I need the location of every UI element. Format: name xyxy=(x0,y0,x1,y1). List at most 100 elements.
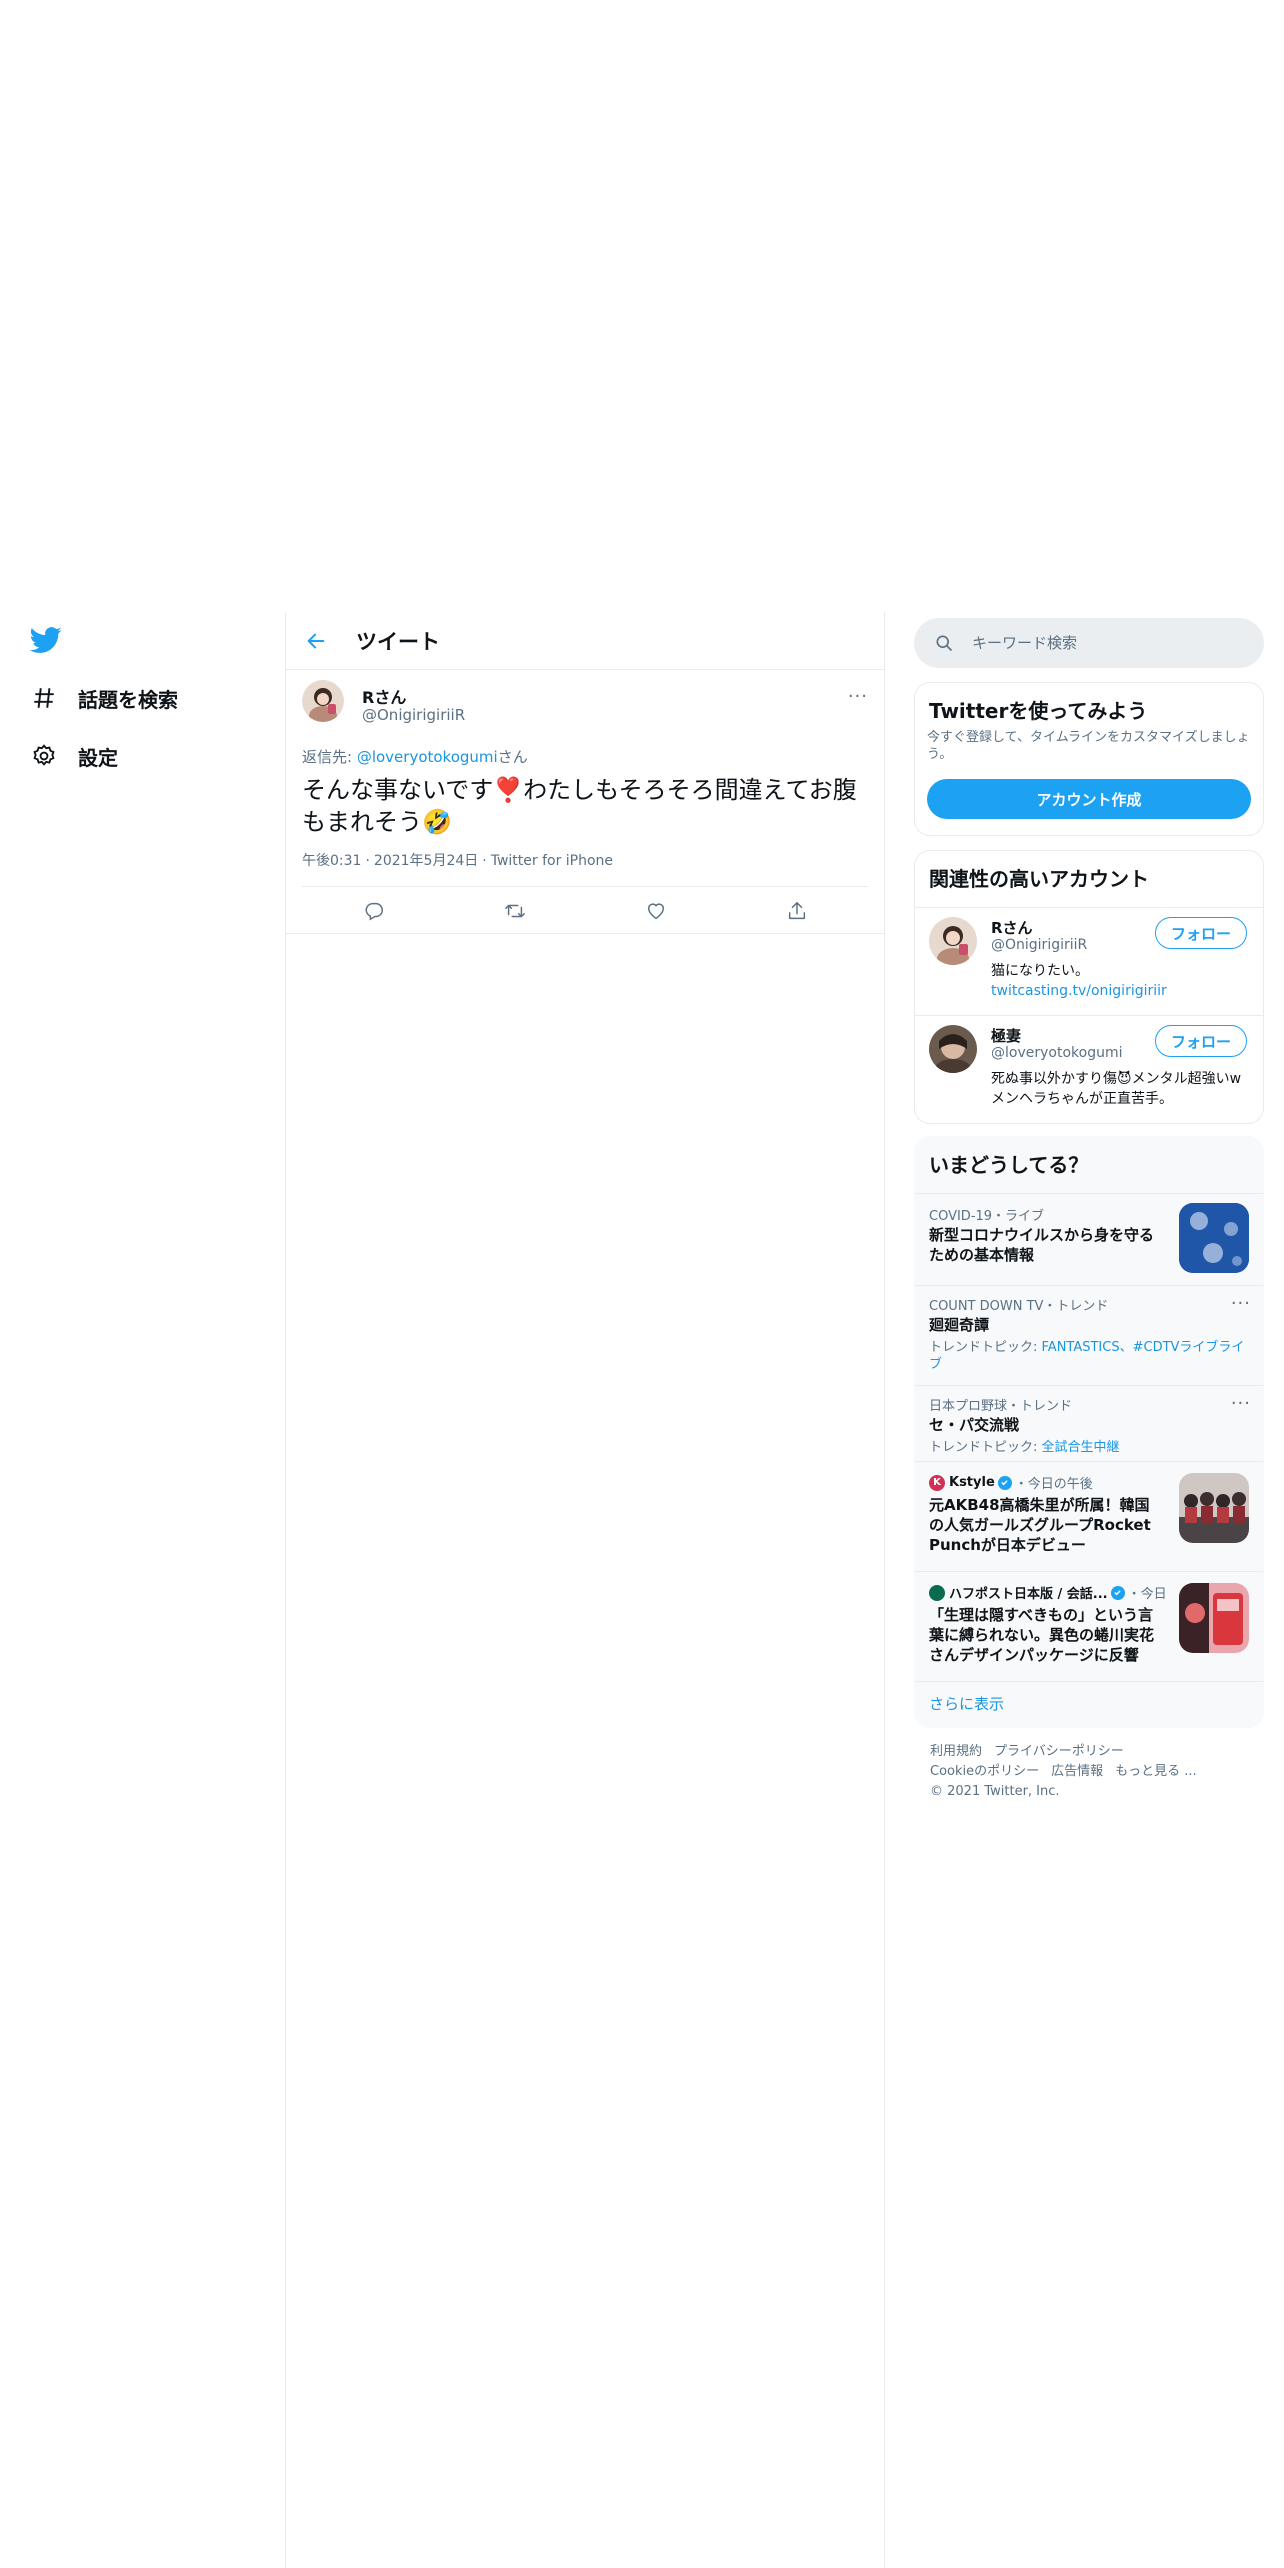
more-options-icon[interactable]: ··· xyxy=(1231,1393,1251,1414)
trend-item[interactable]: K Kstyle ・今日の午後 元AKB48高橋朱里が所属！韓国の人気ガールズグ… xyxy=(915,1461,1263,1571)
like-button[interactable] xyxy=(642,897,670,925)
trend-item[interactable]: ハフポスト日本版 / 会話... ・今日 「生理は隠すべきもの」という言葉に縛ら… xyxy=(915,1571,1263,1681)
tweet-source[interactable]: Twitter for iPhone xyxy=(491,853,613,869)
trend-meta: COUNT DOWN TV・トレンド xyxy=(929,1299,1109,1314)
trend-title: 新型コロナウイルスから身を守るための基本情報 xyxy=(929,1226,1155,1264)
back-button[interactable] xyxy=(296,621,336,661)
nav-explore[interactable]: 話題を検索 xyxy=(30,678,178,718)
follow-button[interactable]: フォロー xyxy=(1155,917,1247,949)
page-title: ツイート xyxy=(356,629,440,654)
avatar[interactable] xyxy=(929,917,977,965)
tweet-time[interactable]: 午後0:31 xyxy=(302,853,361,869)
trend-topics-prefix: トレンドトピック: xyxy=(929,1440,1042,1455)
footer-link-terms[interactable]: 利用規約 xyxy=(930,1744,982,1759)
trends-panel: いまどうしてる？ COVID-19・ライブ 新型コロナウイルスから身を守るための… xyxy=(914,1136,1264,1728)
show-more-link[interactable]: さらに表示 xyxy=(929,1693,1004,1714)
reply-button[interactable] xyxy=(360,897,388,925)
author-handle[interactable]: @OnigirigiriiR xyxy=(362,706,465,724)
signup-description: 今すぐ登録して、タイムラインをカスタマイズしましょう。 xyxy=(927,730,1250,762)
trend-meta: 日本プロ野球・トレンド xyxy=(929,1399,1073,1414)
signup-title: Twitterを使ってみよう xyxy=(929,699,1148,723)
avatar[interactable] xyxy=(302,680,344,722)
relevant-title: 関連性の高いアカウント xyxy=(929,867,1149,891)
nav-settings[interactable]: 設定 xyxy=(30,736,118,776)
trend-source: ハフポスト日本版 / 会話... xyxy=(949,1587,1108,1602)
account-bio-text: 猫になりたい。 xyxy=(991,963,1089,979)
trend-thumbnail xyxy=(1179,1203,1249,1273)
retweet-button[interactable] xyxy=(501,897,529,925)
meta-separator: · xyxy=(482,853,487,869)
trend-title: 廻廻奇譚 xyxy=(929,1316,990,1334)
author-name[interactable]: Rさん xyxy=(362,684,406,708)
retweet-icon xyxy=(505,904,525,918)
trend-thumbnail xyxy=(1179,1583,1249,1653)
share-icon xyxy=(788,902,806,920)
account-bio: 猫になりたい。 twitcasting.tv/onigirigiriir xyxy=(991,961,1191,1001)
trends-title: いまどうしてる？ xyxy=(929,1153,1089,1177)
create-account-button[interactable]: アカウント作成 xyxy=(927,779,1251,819)
footer-link-more[interactable]: もっと見る ... xyxy=(1115,1764,1197,1779)
tweet-actions xyxy=(302,886,868,934)
tweet-date[interactable]: 2021年5月24日 xyxy=(374,853,478,869)
trend-item[interactable]: 日本プロ野球・トレンド ··· セ・パ交流戦 トレンドトピック: 全試合生中継 xyxy=(915,1385,1263,1461)
trend-time: ・今日 xyxy=(1127,1587,1167,1602)
search-input[interactable] xyxy=(972,634,1232,652)
footer-row: 利用規約 プライバシーポリシー xyxy=(930,1742,1209,1762)
trend-title: 「生理は隠すべきもの」という言葉に縛られない。異色の蜷川実花さんデザインパッケー… xyxy=(929,1606,1155,1664)
account-name[interactable]: 極妻 xyxy=(991,1025,1021,1046)
account-bio-link[interactable]: twitcasting.tv/onigirigiriir xyxy=(991,983,1167,999)
account-item[interactable]: Rさん @OnigirigiriiR フォロー 猫になりたい。 twitcasti… xyxy=(915,907,1263,1015)
hashtag-icon xyxy=(30,684,58,712)
copyright: © 2021 Twitter, Inc. xyxy=(930,1784,1060,1799)
account-bio: 死ぬ事以外かすり傷😈メンタル超強いwメンヘラちゃんが正直苦手。 xyxy=(991,1071,1242,1107)
trend-source-row: ハフポスト日本版 / 会話... ・今日 xyxy=(929,1583,1167,1602)
footer-link-cookie[interactable]: Cookieのポリシー xyxy=(930,1764,1039,1779)
footer-link-privacy[interactable]: プライバシーポリシー xyxy=(994,1744,1124,1759)
share-button[interactable] xyxy=(783,897,811,925)
more-options-icon[interactable]: ··· xyxy=(848,686,868,707)
verified-badge-icon xyxy=(997,1475,1012,1490)
trend-item[interactable]: COVID-19・ライブ 新型コロナウイルスから身を守るための基本情報 xyxy=(915,1193,1263,1285)
gear-icon xyxy=(30,742,58,770)
account-name[interactable]: Rさん xyxy=(991,917,1033,938)
trend-source-row: K Kstyle ・今日の午後 xyxy=(929,1473,1093,1492)
trend-topic-links[interactable]: 全試合生中継 xyxy=(1042,1440,1120,1455)
tweet-meta: 午後0:31 · 2021年5月24日 · Twitter for iPhone xyxy=(302,850,613,870)
reply-prefix: 返信先: xyxy=(302,748,357,766)
trend-item[interactable]: COUNT DOWN TV・トレンド ··· 廻廻奇譚 トレンドトピック: FA… xyxy=(915,1285,1263,1385)
trend-meta: COVID-19・ライブ xyxy=(929,1209,1045,1224)
meta-separator: · xyxy=(365,853,370,869)
follow-button[interactable]: フォロー xyxy=(1155,1025,1247,1057)
main-header: ツイート xyxy=(286,612,884,670)
main-column: ツイート Rさん @OnigirigiriiR ··· 返信先: @lovery… xyxy=(285,612,885,2568)
avatar[interactable] xyxy=(929,1025,977,1073)
search-icon xyxy=(936,635,953,652)
verified-badge-icon xyxy=(1110,1585,1125,1600)
trend-topics: トレンドトピック: FANTASTICS、#CDTVライブライブ xyxy=(929,1339,1249,1373)
account-handle[interactable]: @loveryotokogumi xyxy=(991,1045,1122,1061)
account-handle[interactable]: @OnigirigiriiR xyxy=(991,937,1087,953)
trend-title: 元AKB48高橋朱里が所属！韓国の人気ガールズグループRocket Punchが… xyxy=(929,1496,1151,1554)
reply-icon xyxy=(365,902,383,921)
more-options-icon[interactable]: ··· xyxy=(1231,1293,1251,1314)
huffpost-logo-icon xyxy=(929,1584,945,1601)
reply-suffix: さん xyxy=(497,748,528,766)
reply-user-link[interactable]: @loveryotokogumi xyxy=(357,748,498,766)
tweet: Rさん @OnigirigiriiR ··· 返信先: @loveryotoko… xyxy=(286,670,884,934)
trend-source: Kstyle xyxy=(949,1475,995,1490)
nav-explore-label: 話題を検索 xyxy=(78,687,178,712)
trend-title: セ・パ交流戦 xyxy=(929,1416,1020,1434)
footer: 利用規約 プライバシーポリシー Cookieのポリシー 広告情報 もっと見る ... … xyxy=(930,1742,1209,1802)
signup-panel: Twitterを使ってみよう 今すぐ登録して、タイムラインをカスタマイズしましょ… xyxy=(914,682,1264,836)
trend-topics-prefix: トレンドトピック: xyxy=(929,1340,1042,1355)
back-arrow-icon xyxy=(307,633,325,648)
reply-to: 返信先: @loveryotokogumiさん xyxy=(302,746,528,767)
search-bar[interactable] xyxy=(914,618,1264,668)
account-item[interactable]: 極妻 @loveryotokogumi フォロー 死ぬ事以外かすり傷😈メンタル超… xyxy=(915,1015,1263,1123)
nav-settings-label: 設定 xyxy=(78,745,118,770)
footer-row: Cookieのポリシー 広告情報 もっと見る ... xyxy=(930,1762,1209,1782)
kstyle-logo-icon: K xyxy=(929,1474,945,1491)
twitter-logo-icon[interactable] xyxy=(29,624,62,656)
footer-link-ads[interactable]: 広告情報 xyxy=(1051,1764,1103,1779)
trend-time: ・今日の午後 xyxy=(1014,1477,1093,1492)
